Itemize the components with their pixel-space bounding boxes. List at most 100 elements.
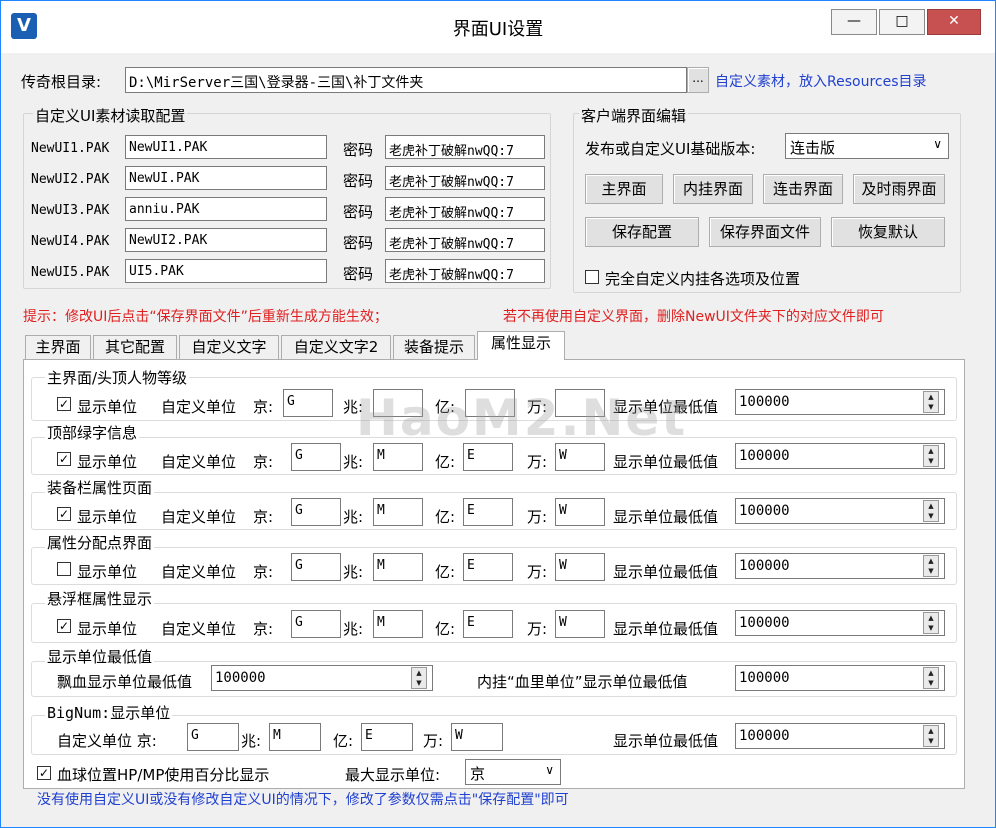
client-ui-title: 客户端界面编辑: [579, 105, 689, 126]
chevron-down-icon: ∨: [545, 763, 554, 777]
password-label: 密码: [343, 203, 374, 221]
bignum-jing-input[interactable]: G: [187, 723, 239, 751]
plugin-ui-button[interactable]: 内挂界面: [673, 174, 753, 204]
resources-hint: 自定义素材，放入Resources目录: [715, 74, 927, 90]
yi-input[interactable]: E: [463, 443, 513, 471]
show-unit-checkbox[interactable]: ✓: [57, 619, 71, 633]
tab-attr-display[interactable]: 属性显示: [477, 331, 565, 360]
bignum-yi-input[interactable]: E: [361, 723, 413, 751]
wan-input[interactable]: W: [555, 443, 605, 471]
custom-unit-label: 自定义单位: [161, 453, 237, 471]
bignum-wan-input[interactable]: W: [451, 723, 503, 751]
yi-input[interactable]: E: [463, 610, 513, 638]
max-unit-select[interactable]: 京 ∨: [465, 759, 561, 785]
spinner-icon[interactable]: ▲ ▼: [923, 555, 939, 577]
tab-main-ui[interactable]: 主界面: [25, 335, 91, 359]
max-unit-value: 京: [470, 765, 486, 783]
pak-input[interactable]: UI5.PAK: [125, 259, 327, 283]
min-section-title: 显示单位最低值: [45, 646, 155, 667]
spinner-icon[interactable]: ▲ ▼: [923, 391, 939, 413]
wan-input[interactable]: W: [555, 498, 605, 526]
jing-input[interactable]: G: [291, 610, 341, 638]
min-input[interactable]: 100000: [735, 389, 945, 415]
spinner-icon[interactable]: ▲ ▼: [923, 725, 939, 747]
title-bar[interactable]: V 界面UI设置 — □ ✕: [1, 1, 995, 53]
show-unit-checkbox[interactable]: ✓: [57, 397, 71, 411]
jing-input[interactable]: G: [291, 498, 341, 526]
maximize-button[interactable]: □: [879, 9, 925, 35]
wan-input[interactable]: W: [555, 610, 605, 638]
zhao-input[interactable]: M: [373, 498, 423, 526]
bignum-zhao-label: 兆:: [241, 732, 262, 750]
spinner-icon[interactable]: ▲ ▼: [923, 500, 939, 522]
zhao-input[interactable]: M: [373, 553, 423, 581]
tab-custom-text[interactable]: 自定义文字: [179, 335, 279, 359]
password-input[interactable]: 老虎补丁破解nwQQ:7: [385, 228, 545, 252]
spinner-icon[interactable]: ▲ ▼: [923, 667, 939, 689]
wan-input[interactable]: W: [555, 553, 605, 581]
min-input[interactable]: 100000: [735, 498, 945, 524]
min-input[interactable]: 100000: [735, 443, 945, 469]
root-dir-input[interactable]: D:\MirServer三国\登录器-三国\补丁文件夹: [125, 67, 687, 93]
min-input[interactable]: 100000: [735, 610, 945, 636]
main-ui-button[interactable]: 主界面: [585, 174, 663, 204]
yi-input[interactable]: E: [463, 553, 513, 581]
pak-input[interactable]: NewUI2.PAK: [125, 228, 327, 252]
jing-input[interactable]: G: [283, 389, 333, 417]
show-unit-checkbox[interactable]: ✓: [57, 452, 71, 466]
minimize-button[interactable]: —: [831, 9, 877, 35]
jing-input[interactable]: G: [291, 443, 341, 471]
section-title: 装备栏属性页面: [45, 477, 155, 498]
bignum-min-input[interactable]: 100000: [735, 723, 945, 749]
bignum-custom-unit-label: 自定义单位 京:: [57, 732, 157, 750]
password-label: 密码: [343, 172, 374, 190]
password-input[interactable]: 老虎补丁破解nwQQ:7: [385, 166, 545, 190]
min-label: 显示单位最低值: [613, 563, 719, 581]
jing-label: 京:: [253, 453, 274, 471]
show-unit-label: 显示单位: [77, 620, 138, 638]
save-ui-file-button[interactable]: 保存界面文件: [709, 217, 821, 247]
jishiyu-ui-button[interactable]: 及时雨界面: [853, 174, 945, 204]
tab-custom-text-2[interactable]: 自定义文字2: [281, 335, 391, 359]
bignum-wan-label: 万:: [423, 732, 444, 750]
percent-checkbox[interactable]: ✓: [37, 766, 51, 780]
min-label: 显示单位最低值: [613, 620, 719, 638]
pak-input[interactable]: NewUI.PAK: [125, 166, 327, 190]
password-input[interactable]: 老虎补丁破解nwQQ:7: [385, 135, 545, 159]
custom-unit-label: 自定义单位: [161, 508, 237, 526]
show-unit-checkbox[interactable]: [57, 562, 71, 576]
version-select[interactable]: 连击版 ∨: [785, 133, 949, 159]
spinner-icon[interactable]: ▲ ▼: [923, 445, 939, 467]
tab-equip-tip[interactable]: 装备提示: [393, 335, 475, 359]
save-config-button[interactable]: 保存配置: [585, 217, 699, 247]
show-unit-checkbox[interactable]: ✓: [57, 507, 71, 521]
jing-label: 京:: [253, 620, 274, 638]
min-input[interactable]: 100000: [735, 553, 945, 579]
password-input[interactable]: 老虎补丁破解nwQQ:7: [385, 259, 545, 283]
tab-other-config[interactable]: 其它配置: [93, 335, 177, 359]
hp-unit-min-input[interactable]: 100000: [735, 665, 945, 691]
pak-label: NewUI5.PAK: [31, 265, 110, 280]
min-label: 显示单位最低值: [613, 508, 719, 526]
bignum-zhao-input[interactable]: M: [269, 723, 321, 751]
jing-input[interactable]: G: [291, 553, 341, 581]
zhao-input[interactable]: M: [373, 443, 423, 471]
close-button[interactable]: ✕: [927, 9, 981, 35]
show-unit-label: 显示单位: [77, 453, 138, 471]
pak-input[interactable]: anniu.PAK: [125, 197, 327, 221]
spinner-icon[interactable]: ▲ ▼: [411, 667, 427, 689]
version-value: 连击版: [790, 139, 836, 157]
password-input[interactable]: 老虎补丁破解nwQQ:7: [385, 197, 545, 221]
full-custom-checkbox[interactable]: [585, 270, 599, 284]
yi-input[interactable]: E: [463, 498, 513, 526]
browse-button[interactable]: ...: [687, 67, 709, 93]
restore-default-button[interactable]: 恢复默认: [831, 217, 945, 247]
zhao-input[interactable]: M: [373, 610, 423, 638]
combo-ui-button[interactable]: 连击界面: [763, 174, 843, 204]
spinner-icon[interactable]: ▲ ▼: [923, 612, 939, 634]
jing-label: 京:: [253, 563, 274, 581]
bignum-min-label: 显示单位最低值: [613, 732, 719, 750]
blood-min-input[interactable]: 100000: [211, 665, 433, 691]
pak-input[interactable]: NewUI1.PAK: [125, 135, 327, 159]
show-unit-label: 显示单位: [77, 563, 138, 581]
